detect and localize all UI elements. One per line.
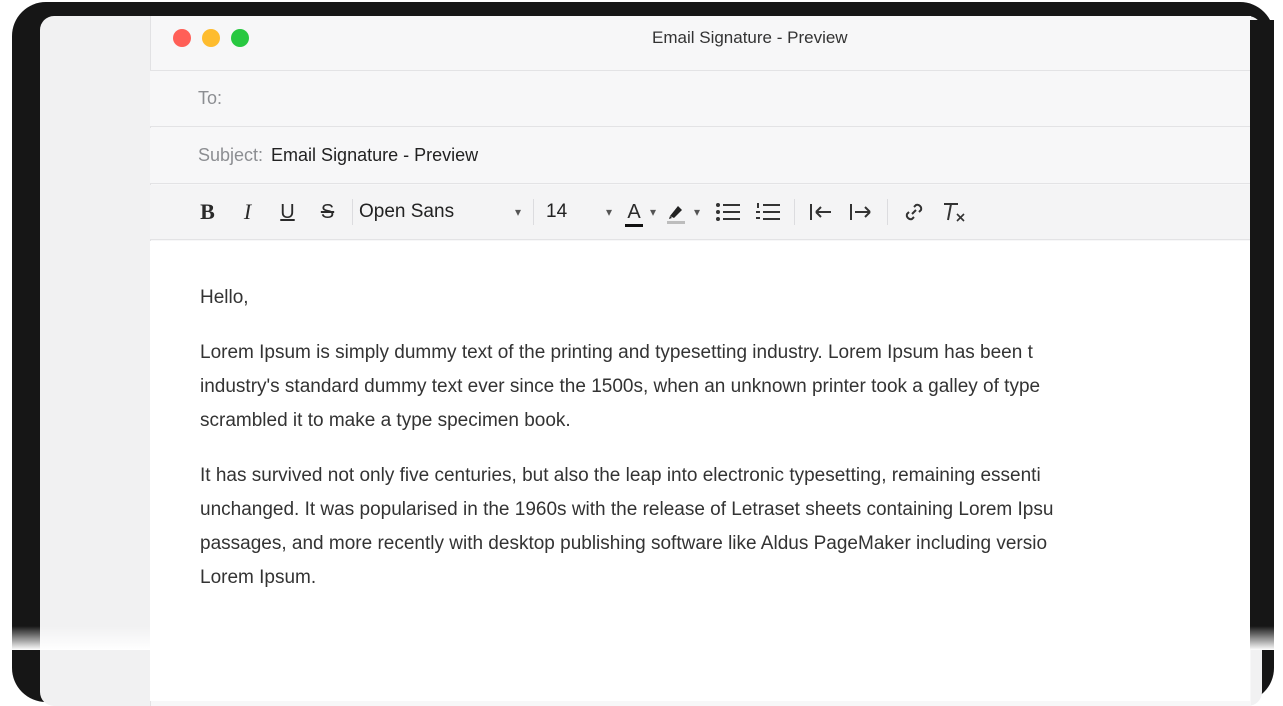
clear-formatting-icon	[944, 203, 965, 222]
underline-button[interactable]: U	[274, 195, 301, 229]
numbered-list-icon	[756, 203, 781, 220]
font-size-value: 14	[546, 201, 568, 222]
text-color-icon: A	[624, 201, 644, 227]
paragraph-1-line: industry's standard dummy text ever sinc…	[200, 376, 1041, 397]
minimize-window-button[interactable]	[202, 29, 220, 47]
to-label: To:	[198, 88, 223, 108]
paragraph-1-line: Lorem Ipsum is simply dummy text of the …	[200, 342, 1033, 363]
toolbar-divider	[794, 199, 796, 225]
outdent-button[interactable]	[801, 195, 841, 229]
paragraph-1: Lorem Ipsum is simply dummy text of the …	[200, 336, 1283, 438]
italic-icon: I	[243, 199, 252, 224]
bulleted-list-button[interactable]	[708, 195, 748, 229]
chevron-down-icon: ▾	[694, 205, 701, 219]
highlight-color-button[interactable]: ▾	[664, 195, 700, 229]
paragraph-1-line: scrambled it to make a type specimen boo…	[200, 410, 571, 431]
insert-link-button[interactable]	[894, 195, 934, 229]
chevron-down-icon: ▾	[514, 205, 521, 219]
font-family-select[interactable]: Open Sans ▾	[359, 195, 527, 229]
clear-formatting-button[interactable]	[934, 195, 974, 229]
indent-button[interactable]	[841, 195, 881, 229]
paragraph-2: It has survived not only five centuries,…	[200, 459, 1283, 595]
underline-icon: U	[280, 200, 295, 223]
strikethrough-icon: S	[320, 200, 335, 223]
window-title: Email Signature - Preview	[652, 28, 848, 47]
font-size-select[interactable]: 14 ▾	[540, 195, 618, 229]
chevron-down-icon: ▾	[650, 205, 657, 219]
paragraph-2-line: unchanged. It was popularised in the 196…	[200, 499, 1054, 520]
paragraph-2-line: Lorem Ipsum.	[200, 567, 317, 588]
link-icon	[905, 203, 923, 221]
italic-button[interactable]: I	[234, 195, 261, 229]
indent-icon	[850, 204, 871, 220]
toolbar-divider	[887, 199, 889, 225]
outdent-icon	[810, 204, 832, 220]
numbered-list-button[interactable]	[748, 195, 788, 229]
subject-field-row[interactable]: Subject: Email Signature - Preview	[150, 128, 1250, 184]
to-field-row[interactable]: To:	[150, 71, 1250, 127]
window-controls	[173, 29, 249, 47]
bulleted-list-icon	[716, 203, 741, 221]
message-body[interactable]: Hello, Lorem Ipsum is simply dummy text …	[150, 241, 1250, 701]
paragraph-2-line: passages, and more recently with desktop…	[200, 533, 1048, 554]
formatting-toolbar: B I U S Open Sans ▾ 14 ▾ A ▾ ▾	[150, 185, 1250, 240]
paragraph-2-line: It has survived not only five centuries,…	[200, 465, 1041, 486]
bold-button[interactable]: B	[194, 195, 221, 229]
zoom-window-button[interactable]	[231, 29, 249, 47]
highlight-icon	[667, 206, 686, 224]
subject-input[interactable]: Email Signature - Preview	[271, 145, 478, 166]
toolbar-divider	[352, 199, 353, 225]
message-content[interactable]: Hello, Lorem Ipsum is simply dummy text …	[200, 281, 1283, 616]
chevron-down-icon: ▾	[605, 205, 612, 219]
subject-label: Subject:	[198, 145, 264, 165]
device-bezel-right	[1250, 20, 1274, 650]
font-family-value: Open Sans	[359, 201, 455, 222]
bold-icon: B	[200, 199, 215, 224]
toolbar-divider	[533, 199, 534, 225]
close-window-button[interactable]	[173, 29, 191, 47]
greeting-text: Hello,	[200, 287, 249, 308]
text-color-button[interactable]: A ▾	[624, 195, 656, 229]
strikethrough-button[interactable]: S	[314, 195, 341, 229]
